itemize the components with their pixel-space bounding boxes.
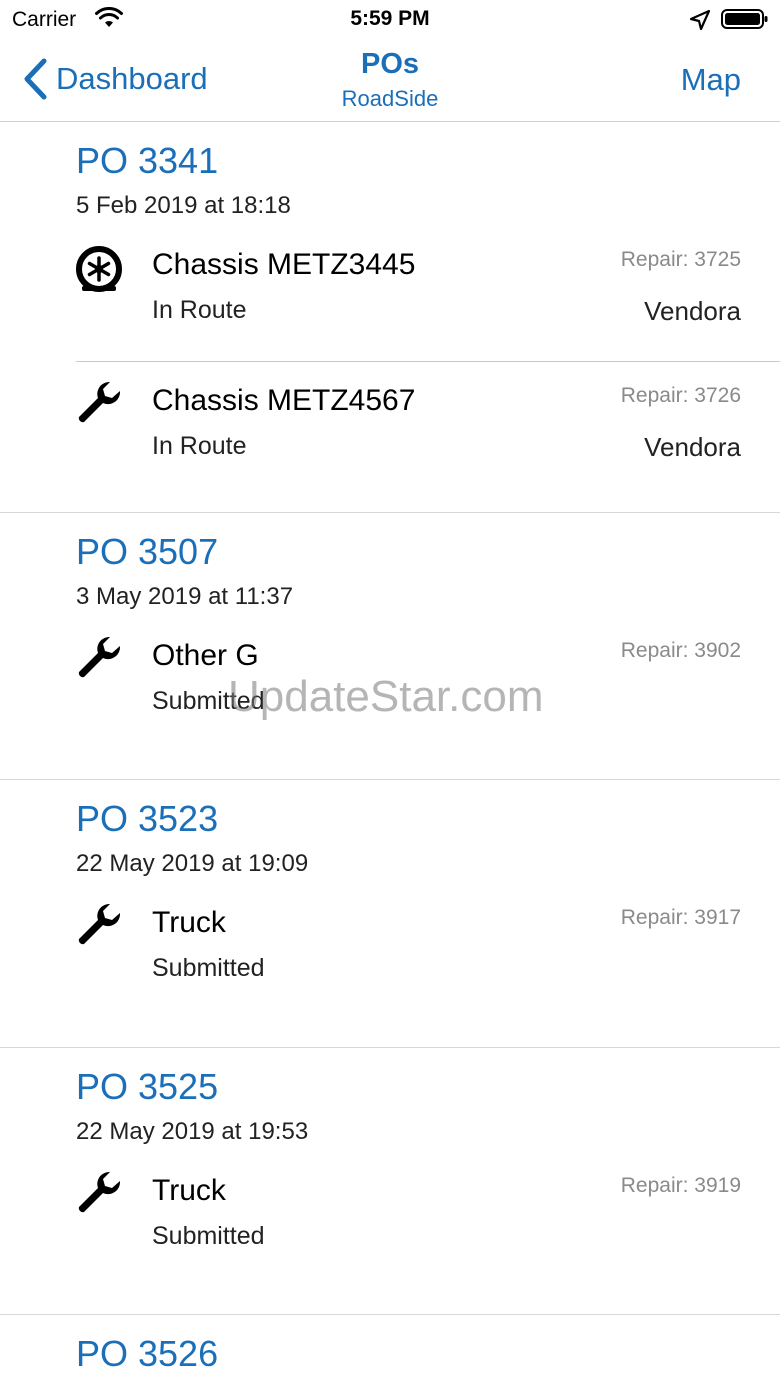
repair-row[interactable]: Truck Submitted Repair: 3919 [76, 1152, 780, 1288]
po-list: PO 3341 5 Feb 2019 at 18:18 Chassis METZ… [0, 122, 780, 1387]
po-section[interactable]: PO 3341 5 Feb 2019 at 18:18 Chassis METZ… [0, 122, 780, 513]
po-section[interactable]: PO 3526 [0, 1315, 780, 1387]
repair-number: Repair: 3902 [620, 639, 741, 662]
page-subtitle: RoadSide [341, 86, 439, 111]
repair-number: Repair: 3919 [620, 1174, 741, 1197]
navigation-bar: Dashboard POs RoadSide Map [0, 40, 780, 122]
repair-status: In Route [152, 296, 247, 324]
repair-status: Submitted [152, 1222, 265, 1250]
wrench-icon [78, 1172, 121, 1213]
repair-number: Repair: 3726 [620, 384, 741, 407]
po-date: 5 Feb 2019 at 18:18 [76, 192, 291, 219]
repair-name: Chassis METZ3445 [152, 248, 416, 281]
repair-name: Truck [152, 906, 226, 939]
po-date: 22 May 2019 at 19:53 [76, 1118, 309, 1145]
po-section[interactable]: PO 3507 3 May 2019 at 11:37 Other G Subm… [0, 513, 780, 780]
repair-name: Chassis METZ4567 [152, 384, 416, 417]
po-section[interactable]: PO 3523 22 May 2019 at 19:09 Truck Submi… [0, 780, 780, 1048]
wrench-icon [78, 637, 121, 678]
repair-number: Repair: 3725 [620, 248, 741, 271]
repair-vendor: Vendora [644, 432, 741, 462]
wrench-icon [78, 904, 121, 945]
repair-row[interactable]: Other G Submitted Repair: 3902 [76, 617, 780, 753]
po-title: PO 3507 [76, 531, 219, 572]
repair-vendor: Vendora [644, 296, 741, 326]
wrench-icon [78, 382, 121, 423]
page-title: POs [360, 48, 420, 80]
status-bar: Carrier 5:59 PM [0, 0, 780, 40]
repair-row[interactable]: Chassis METZ4567 In Route Repair: 3726 V… [76, 362, 780, 498]
repair-row[interactable]: Chassis METZ3445 In Route Repair: 3725 V… [76, 226, 780, 362]
repair-name: Truck [152, 1174, 226, 1207]
po-title: PO 3341 [76, 140, 219, 181]
tire-icon [76, 246, 122, 292]
po-title: PO 3525 [76, 1066, 219, 1107]
po-title: PO 3526 [76, 1333, 219, 1374]
repair-status: Submitted [152, 687, 265, 715]
repair-status: In Route [152, 432, 247, 460]
map-button[interactable]: Map [681, 62, 741, 98]
po-section[interactable]: PO 3525 22 May 2019 at 19:53 Truck Submi… [0, 1048, 780, 1315]
po-title: PO 3523 [76, 798, 219, 839]
battery-icon [721, 9, 768, 29]
po-date: 22 May 2019 at 19:09 [76, 850, 309, 877]
status-time: 5:59 PM [350, 7, 430, 30]
repair-row[interactable]: Truck Submitted Repair: 3917 [76, 884, 780, 1020]
repair-number: Repair: 3917 [620, 906, 741, 929]
po-date: 3 May 2019 at 11:37 [76, 583, 294, 610]
repair-name: Other G [152, 639, 259, 672]
location-arrow-icon [689, 9, 711, 31]
repair-status: Submitted [152, 954, 265, 982]
